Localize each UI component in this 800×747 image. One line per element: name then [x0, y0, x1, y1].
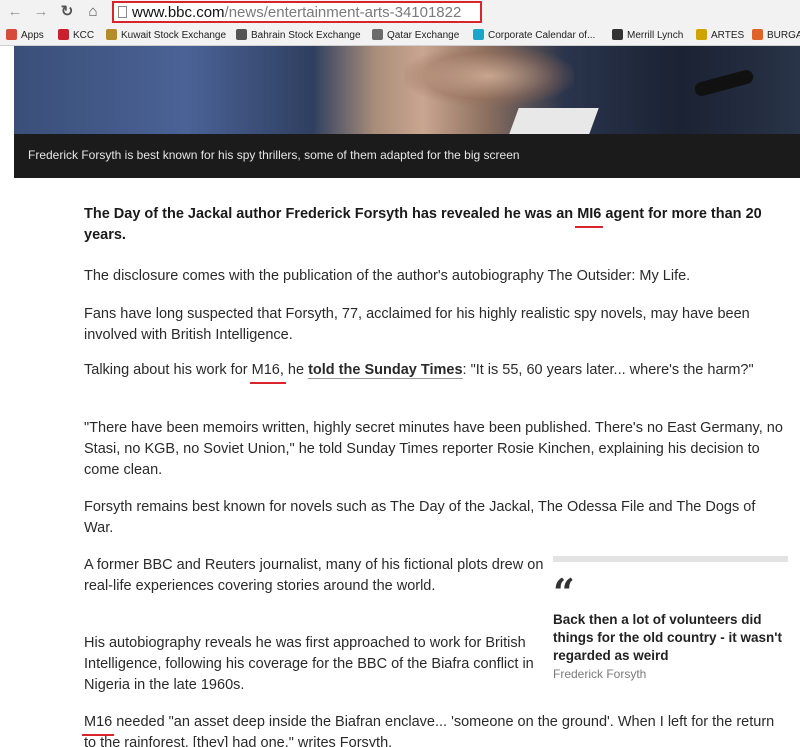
image-caption: Frederick Forsyth is best known for his …: [28, 148, 520, 162]
reload-icon[interactable]: ↻: [58, 3, 76, 21]
caption-bar: Frederick Forsyth is best known for his …: [14, 134, 800, 178]
paragraph-7: His autobiography reveals he was first a…: [84, 635, 534, 693]
merrill-lynch-icon: [612, 29, 623, 40]
highlight-m16-2: M16: [81, 712, 115, 736]
quote-mark-icon: “: [553, 570, 575, 615]
bookmark-label: Merrill Lynch: [627, 30, 684, 41]
bahrain-exchange-icon: [236, 29, 247, 40]
bookmark-label: KCC: [73, 30, 95, 41]
hero-collar: [509, 108, 599, 134]
qatar-exchange-icon: [372, 29, 383, 40]
bookmark-label: ARTES: [711, 30, 745, 41]
bookmark-apps[interactable]: Apps: [6, 28, 44, 44]
bookmark-label: Kuwait Stock Exchange: [121, 30, 227, 41]
apps-grid-icon: [6, 29, 17, 40]
bookmark-label: Bahrain Stock Exchange: [251, 30, 361, 41]
bookmark-bahrain-stock-exchange[interactable]: Bahrain Stock Exchange: [236, 28, 361, 44]
p8-text: needed "an asset deep inside the Biafran…: [84, 714, 775, 747]
home-icon[interactable]: ⌂: [84, 3, 102, 21]
bookmark-artes[interactable]: ARTES: [696, 28, 744, 44]
bookmark-label: Apps: [21, 30, 44, 41]
bookmark-kcc[interactable]: KCC: [58, 28, 94, 44]
bookmark-kuwait-stock-exchange[interactable]: Kuwait Stock Exchange: [106, 28, 226, 44]
paragraph-8: M16 needed "an asset deep inside the Bia…: [81, 712, 789, 747]
quote-author: Frederick Forsyth: [553, 667, 647, 681]
paragraph-2: Fans have long suspected that Forsyth, 7…: [84, 306, 750, 343]
article-lead: The Day of the Jackal author Frederick F…: [84, 204, 784, 246]
artes-icon: [696, 29, 707, 40]
sunday-times-link[interactable]: told the Sunday Times: [308, 362, 463, 379]
bookmark-merrill-lynch[interactable]: Merrill Lynch: [612, 28, 683, 44]
bookmarks-bar: Apps KCC Kuwait Stock Exchange Bahrain S…: [0, 26, 800, 46]
forward-arrow-icon[interactable]: →: [32, 3, 50, 21]
lead-text: The Day of the Jackal author Frederick F…: [84, 206, 578, 222]
corporate-calendar-icon: [473, 29, 484, 40]
p3-text-b: he: [283, 362, 309, 378]
address-bar[interactable]: www.bbc.com/news/entertainment-arts-3410…: [112, 1, 482, 23]
kuwait-exchange-icon: [106, 29, 117, 40]
browser-toolbar: ← → ↻ ⌂ www.bbc.com/news/entertainment-a…: [0, 0, 800, 26]
back-arrow-icon[interactable]: ←: [6, 3, 24, 21]
bookmark-label: Corporate Calendar of...: [488, 30, 596, 41]
bookmark-burga[interactable]: BURGA: [752, 28, 800, 44]
url-path: /news/entertainment-arts-34101822: [224, 4, 462, 21]
bookmark-qatar-exchange[interactable]: Qatar Exchange: [372, 28, 459, 44]
hero-image: Frederick Forsyth is best known for his …: [14, 46, 800, 178]
paragraph-3: Talking about his work for M16, he told …: [84, 360, 784, 384]
p3-text-a: Talking about his work for: [84, 362, 252, 378]
highlight-m16: M16,: [249, 360, 287, 384]
kcc-icon: [58, 29, 69, 40]
pull-quote: “ Back then a lot of volunteers did thin…: [553, 556, 788, 681]
highlight-mi6: MI6: [575, 204, 604, 228]
bookmark-label: Qatar Exchange: [387, 30, 460, 41]
burga-icon: [752, 29, 763, 40]
paragraph-4: "There have been memoirs written, highly…: [84, 420, 783, 478]
url-host: www.bbc.com: [132, 4, 225, 21]
paragraph-1: The disclosure comes with the publicatio…: [84, 268, 691, 284]
quote-text: Back then a lot of volunteers did things…: [553, 612, 782, 663]
url-text: www.bbc.com/news/entertainment-arts-3410…: [132, 4, 461, 22]
paragraph-6: A former BBC and Reuters journalist, man…: [84, 557, 544, 594]
bookmark-corporate-calendar[interactable]: Corporate Calendar of...: [473, 28, 595, 44]
hero-face: [404, 46, 574, 106]
bookmark-label: BURGA: [767, 30, 800, 41]
paragraph-5: Forsyth remains best known for novels su…: [84, 499, 756, 536]
page-icon: [118, 6, 127, 18]
p3-text-c: : "It is 55, 60 years later... where's t…: [462, 362, 754, 378]
